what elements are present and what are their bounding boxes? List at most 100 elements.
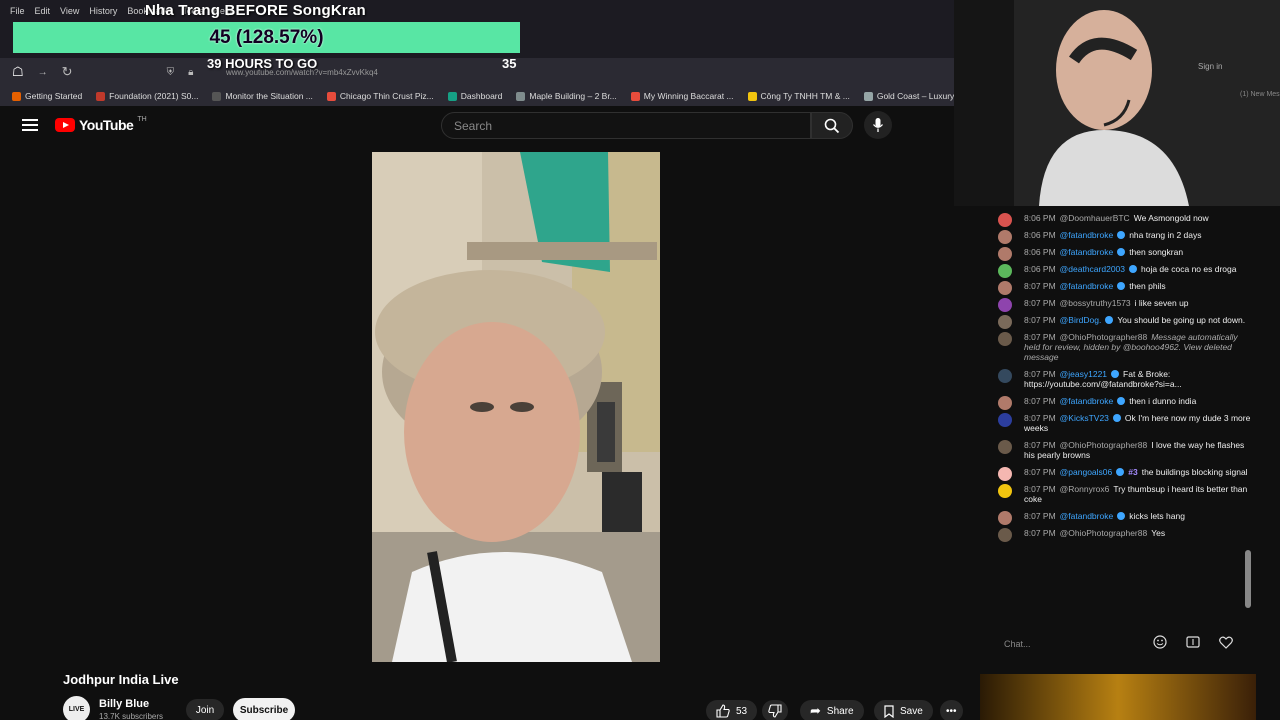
- hours-countdown: 39 HOURS TO GO: [207, 56, 318, 71]
- join-button[interactable]: Join: [186, 699, 224, 720]
- chat-username[interactable]: @OhioPhotographer88: [1060, 440, 1148, 450]
- sign-in-label: Sign in: [1198, 62, 1223, 71]
- youtube-logo[interactable]: YouTube TH: [55, 116, 147, 133]
- bookmark-item[interactable]: My Winning Baccarat ...: [630, 91, 734, 101]
- bookmark-favicon-icon: [747, 91, 757, 101]
- chat-avatar[interactable]: [998, 332, 1012, 346]
- channel-name[interactable]: Billy Blue: [99, 698, 149, 710]
- like-count: 53: [736, 705, 748, 717]
- bookmark-item[interactable]: Maple Building – 2 Br...: [516, 91, 617, 101]
- chat-avatar[interactable]: [998, 247, 1012, 261]
- chat-avatar[interactable]: [998, 369, 1012, 383]
- chat-avatar[interactable]: [998, 315, 1012, 329]
- chat-text: You should be going up not down.: [1117, 315, 1246, 325]
- chat-username[interactable]: @fatandbroke: [1060, 396, 1114, 406]
- chat-timestamp: 8:07 PM: [1024, 413, 1056, 423]
- video-title: Jodhpur India Live: [63, 672, 179, 687]
- bookmark-item[interactable]: Foundation (2021) S0...: [96, 91, 198, 101]
- ad-banner[interactable]: [980, 674, 1256, 720]
- bookmark-item[interactable]: Gold Coast – Luxury Li...: [863, 91, 960, 101]
- chat-timestamp: 8:06 PM: [1024, 247, 1056, 257]
- more-actions-button[interactable]: •••: [940, 700, 963, 720]
- super-chat-button[interactable]: [1185, 634, 1201, 650]
- chat-timestamp: 8:06 PM: [1024, 264, 1056, 274]
- search-input[interactable]: Search: [441, 112, 811, 139]
- video-player[interactable]: [372, 152, 660, 662]
- new-messages-tab[interactable]: (1) New Mes: [1240, 91, 1280, 98]
- search-button[interactable]: [811, 112, 853, 139]
- verified-check-icon: [1129, 265, 1137, 273]
- menu-hamburger-icon[interactable]: [22, 119, 38, 134]
- chat-text: kicks lets hang: [1129, 511, 1185, 521]
- chat-username[interactable]: @Ronnyrox6: [1060, 484, 1110, 494]
- reload-icon[interactable]: ↻: [62, 64, 73, 80]
- verified-check-icon: [1117, 282, 1126, 290]
- bookmark-favicon-icon: [212, 91, 222, 101]
- webcam-feed: [954, 0, 1280, 206]
- chat-username[interactable]: @BirdDog.: [1060, 315, 1102, 325]
- channel-avatar-text: LIVE: [68, 706, 85, 713]
- chat-avatar[interactable]: [998, 213, 1012, 227]
- chat-timestamp: 8:07 PM: [1024, 467, 1056, 477]
- bookmark-item[interactable]: Dashboard: [447, 91, 502, 101]
- save-button[interactable]: Save: [874, 700, 933, 720]
- subscriber-count: 13.7K subscribers: [99, 712, 164, 720]
- chat-username[interactable]: @bossytruthy1573: [1060, 298, 1131, 308]
- chat-username[interactable]: @deathcard2003: [1060, 264, 1125, 274]
- menu-file[interactable]: File: [10, 6, 25, 16]
- heart-button[interactable]: [1218, 634, 1234, 650]
- chat-username[interactable]: @fatandbroke: [1060, 281, 1114, 291]
- chat-message: 8:06 PM @fatandbroke nha trang in 2 days: [982, 230, 1256, 244]
- chat-username[interactable]: @fatandbroke: [1060, 247, 1114, 257]
- bookmark-label: Monitor the Situation ...: [225, 91, 313, 101]
- forward-icon[interactable]: →: [38, 67, 48, 78]
- chat-input-row: Chat...: [996, 630, 1254, 658]
- share-icon: ➦: [810, 703, 821, 718]
- chat-timestamp: 8:07 PM: [1024, 396, 1056, 406]
- voice-search-button[interactable]: [864, 111, 892, 139]
- channel-avatar[interactable]: LIVE: [63, 696, 90, 720]
- chat-avatar[interactable]: [998, 298, 1012, 312]
- dislike-button[interactable]: [762, 700, 788, 720]
- chat-avatar[interactable]: [998, 511, 1012, 525]
- chat-input[interactable]: Chat...: [996, 639, 1136, 649]
- chat-avatar[interactable]: [998, 281, 1012, 295]
- menu-edit[interactable]: Edit: [35, 6, 51, 16]
- bookmark-item[interactable]: Getting Started: [12, 91, 82, 101]
- chat-username[interactable]: @KicksTV23: [1060, 413, 1109, 423]
- bookmark-label: Chicago Thin Crust Piz...: [339, 91, 434, 101]
- chat-username[interactable]: @OhioPhotographer88: [1060, 332, 1148, 342]
- menu-history[interactable]: History: [89, 6, 117, 16]
- chat-avatar[interactable]: [998, 413, 1012, 427]
- sign-in-link[interactable]: Sign in: [1160, 62, 1222, 71]
- share-button[interactable]: ➦ Share: [800, 700, 864, 720]
- chat-username[interactable]: @DoomhauerBTC: [1060, 213, 1130, 223]
- like-button[interactable]: 53: [706, 700, 758, 720]
- bookmark-item[interactable]: Monitor the Situation ...: [212, 91, 313, 101]
- chat-username[interactable]: @fatandbroke: [1060, 511, 1114, 521]
- chat-avatar[interactable]: [998, 467, 1012, 481]
- tracking-shield-icon[interactable]: ⛨: [167, 67, 175, 78]
- chat-text: then i dunno india: [1129, 396, 1197, 406]
- chat-username[interactable]: @fatandbroke: [1060, 230, 1114, 240]
- chat-username[interactable]: @jeasy1221: [1060, 369, 1107, 379]
- firefox-view-icon[interactable]: ☖: [12, 64, 24, 80]
- chat-avatar[interactable]: [998, 528, 1012, 542]
- chat-avatar[interactable]: [998, 484, 1012, 498]
- subscribe-button[interactable]: Subscribe: [233, 698, 295, 720]
- chat-avatar[interactable]: [998, 440, 1012, 454]
- menu-view[interactable]: View: [60, 6, 79, 16]
- chat-text: i like seven up: [1134, 298, 1189, 308]
- chat-username[interactable]: @pangoals06: [1060, 467, 1113, 477]
- chat-username[interactable]: @OhioPhotographer88: [1060, 528, 1148, 538]
- chat-avatar[interactable]: [998, 230, 1012, 244]
- chat-avatar[interactable]: [998, 264, 1012, 278]
- chat-avatar[interactable]: [998, 396, 1012, 410]
- bookmark-label: My Winning Baccarat ...: [643, 91, 734, 101]
- bookmark-item[interactable]: Công Ty TNHH TM & ...: [747, 91, 850, 101]
- chat-message: 8:07 PM @jeasy1221 Fat & Broke: https://yo…: [982, 369, 1256, 389]
- bookmark-item[interactable]: Chicago Thin Crust Piz...: [326, 91, 434, 101]
- emoji-button[interactable]: [1152, 634, 1168, 650]
- more-horizontal-icon: •••: [946, 705, 957, 717]
- chat-scrollbar[interactable]: [1245, 550, 1251, 608]
